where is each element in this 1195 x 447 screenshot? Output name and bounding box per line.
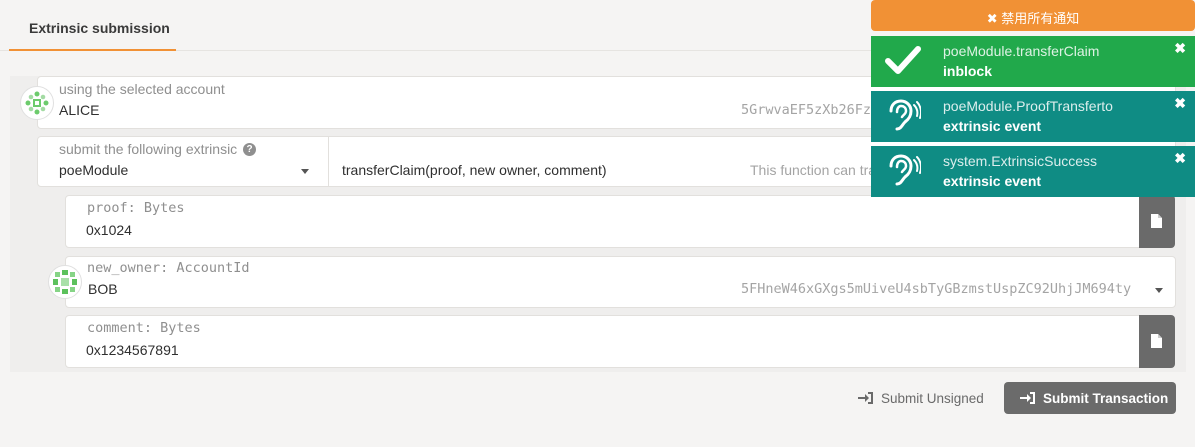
notification-title: system.ExtrinsicSuccess (943, 153, 1098, 169)
notification-status: inblock (943, 63, 993, 79)
extrinsic-label: submit the following extrinsic (59, 141, 238, 157)
account-name: ALICE (59, 102, 100, 118)
param-new-owner-label: new_owner: AccountId (87, 260, 250, 276)
param-proof-field[interactable]: proof: Bytes 0x1024 (65, 195, 1140, 248)
file-upload-button[interactable] (1139, 315, 1175, 368)
notification-title: poeModule.ProofTransferto (943, 98, 1113, 114)
account-address: 5GrwvaEF5zXb26Fz (741, 102, 872, 118)
dismiss-all-notifications-button[interactable]: ✖ 禁用所有通知 (871, 0, 1195, 31)
account-label: using the selected account (59, 81, 225, 97)
ear-icon (889, 99, 921, 131)
module-value: poeModule (59, 162, 129, 178)
param-comment-label: comment: Bytes (87, 320, 201, 336)
close-icon[interactable]: ✖ (1174, 95, 1186, 112)
notification-item: poeModule.transferClaim inblock ✖ (871, 36, 1195, 87)
param-proof-value: 0x1024 (86, 222, 132, 238)
file-upload-button[interactable] (1139, 195, 1175, 248)
param-proof-label: proof: Bytes (87, 200, 185, 216)
close-icon[interactable]: ✖ (1174, 40, 1186, 57)
tab-extrinsic-submission[interactable]: Extrinsic submission (9, 0, 176, 51)
param-new-owner-address: 5FHneW46xGXgs5mUiveU4sbTyGBzmstUspZC92Uh… (741, 281, 1132, 297)
file-icon (1151, 214, 1162, 228)
submit-unsigned-button[interactable]: Submit Unsigned (852, 382, 986, 414)
new-owner-identicon (48, 265, 82, 299)
submit-transaction-label: Submit Transaction (1043, 391, 1169, 406)
notification-status: extrinsic event (943, 173, 1042, 189)
notification-title: poeModule.transferClaim (943, 43, 1100, 59)
close-icon[interactable]: ✖ (1174, 150, 1186, 167)
sign-in-icon (1020, 392, 1035, 404)
module-selector[interactable]: submit the following extrinsic ? poeModu… (37, 136, 329, 187)
sign-in-icon (858, 392, 873, 404)
submit-transaction-button[interactable]: Submit Transaction (1004, 382, 1176, 414)
param-new-owner-value: BOB (88, 281, 118, 297)
notification-item: poeModule.ProofTransferto extrinsic even… (871, 91, 1195, 142)
notification-item: system.ExtrinsicSuccess extrinsic event … (871, 146, 1195, 197)
param-comment-value: 0x1234567891 (86, 342, 179, 358)
chevron-down-icon (301, 169, 309, 174)
chevron-down-icon (1155, 288, 1163, 293)
method-doc: This function can tra (750, 162, 877, 178)
param-comment-field[interactable]: comment: Bytes 0x1234567891 (65, 315, 1140, 368)
file-icon (1151, 334, 1162, 348)
submit-unsigned-label: Submit Unsigned (881, 391, 984, 406)
question-circle-icon: ? (243, 143, 256, 156)
check-icon (885, 46, 921, 74)
method-value: transferClaim(proof, new owner, comment) (342, 162, 607, 178)
notification-status: extrinsic event (943, 118, 1042, 134)
ear-icon (889, 154, 921, 186)
account-identicon (20, 86, 54, 120)
param-new-owner-field[interactable]: new_owner: AccountId BOB 5FHneW46xGXgs5m… (65, 256, 1176, 308)
